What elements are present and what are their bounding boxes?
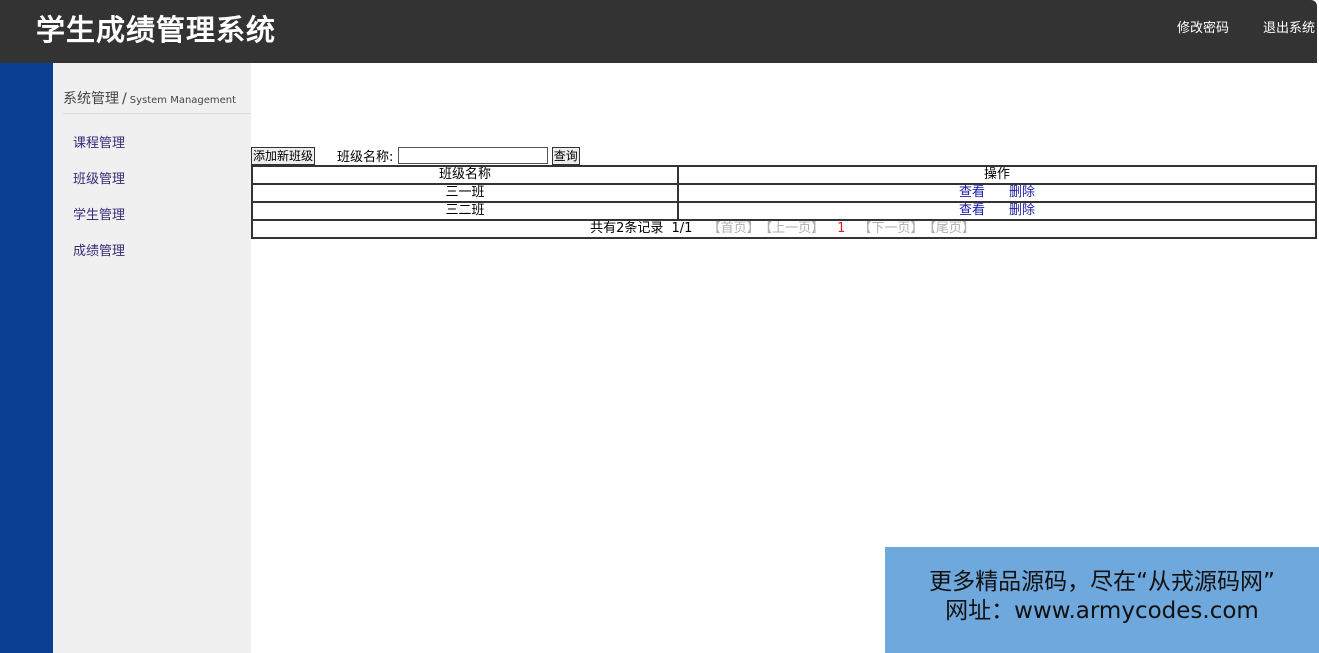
sidebar-item-classes[interactable]: 班级管理 xyxy=(73,171,125,189)
pager-row: 共有2条记录 1/1 【首页】 【上一页】 1 【下一页】 【尾页】 xyxy=(251,219,1317,239)
toolbar: 添加新班级 班级名称: 查询 xyxy=(251,146,580,165)
left-accent-strip xyxy=(0,63,53,653)
prev-page-link[interactable]: 【上一页】 xyxy=(766,221,825,236)
pager: 共有2条记录 1/1 【首页】 【上一页】 1 【下一页】 【尾页】 xyxy=(251,219,1317,239)
view-link[interactable]: 查看 xyxy=(959,185,985,200)
class-name-cell: 三一班 xyxy=(251,183,679,203)
watermark-banner: 更多精品源码，尽在“从戎源码网” 网址：www.armycodes.com xyxy=(885,547,1319,653)
first-page-link[interactable]: 【首页】 xyxy=(708,221,760,236)
search-label: 班级名称: xyxy=(337,150,394,165)
query-button[interactable]: 查询 xyxy=(551,146,580,165)
page-info: 1/1 xyxy=(671,221,693,236)
class-name-search-input[interactable] xyxy=(397,147,548,164)
sidebar-item-courses[interactable]: 课程管理 xyxy=(73,135,125,153)
record-count: 共有2条记录 xyxy=(590,221,664,236)
logout-link[interactable]: 退出系统 xyxy=(1263,20,1315,38)
add-class-button[interactable]: 添加新班级 xyxy=(251,146,316,165)
watermark-line-2: 网址：www.armycodes.com xyxy=(945,598,1259,624)
actions-cell: 查看 删除 xyxy=(677,201,1317,221)
class-table: 班级名称 操作 三一班 查看 删除 三二班 查看 删除 共有2条记录 1/1 【首页… xyxy=(251,165,1317,239)
next-page-link[interactable]: 【下一页】 xyxy=(858,221,923,236)
sidebar-heading: 系统管理 / System Management xyxy=(63,88,250,114)
sidebar: 系统管理 / System Management 课程管理 班级管理 学生管理 成绩… xyxy=(53,63,251,653)
top-header: 学生成绩管理系统 修改密码 退出系统 xyxy=(0,0,1317,63)
delete-link[interactable]: 删除 xyxy=(1009,203,1035,218)
sidebar-heading-en: System Management xyxy=(129,95,237,106)
sidebar-item-students[interactable]: 学生管理 xyxy=(73,207,125,225)
last-page-link[interactable]: 【尾页】 xyxy=(929,221,975,236)
sidebar-heading-zh: 系统管理 xyxy=(63,91,119,107)
watermark-line-1: 更多精品源码，尽在“从戎源码网” xyxy=(929,569,1275,595)
column-header-class-name: 班级名称 xyxy=(251,165,679,185)
class-name-cell: 三二班 xyxy=(251,201,679,221)
sidebar-heading-separator: / xyxy=(122,91,127,107)
actions-cell: 查看 删除 xyxy=(677,183,1317,203)
column-header-actions: 操作 xyxy=(677,165,1317,185)
table-row: 三二班 查看 删除 xyxy=(251,201,1317,221)
change-password-link[interactable]: 修改密码 xyxy=(1177,20,1229,38)
table-header-row: 班级名称 操作 xyxy=(251,165,1317,185)
app-title: 学生成绩管理系统 xyxy=(36,13,277,47)
current-page-number[interactable]: 1 xyxy=(837,221,845,236)
delete-link[interactable]: 删除 xyxy=(1009,185,1035,200)
view-link[interactable]: 查看 xyxy=(959,203,985,218)
sidebar-item-grades[interactable]: 成绩管理 xyxy=(73,243,125,261)
table-row: 三一班 查看 删除 xyxy=(251,183,1317,203)
